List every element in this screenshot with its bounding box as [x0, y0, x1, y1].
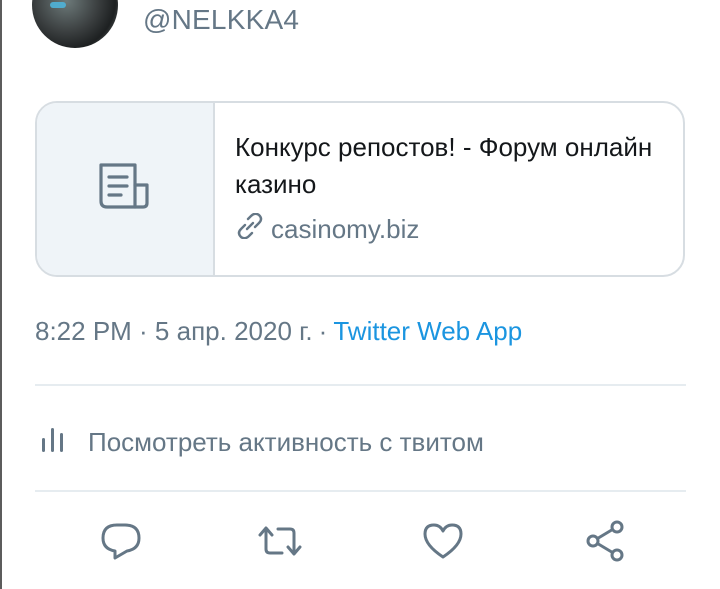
retweet-button[interactable]	[255, 518, 305, 568]
tweet-meta: 8:22 PM · 5 апр. 2020 г. · Twitter Web App	[35, 316, 522, 347]
tweet-source[interactable]: Twitter Web App	[333, 316, 522, 346]
link-icon	[235, 212, 271, 246]
view-activity-button[interactable]: Посмотреть активность с твитом	[40, 424, 484, 461]
link-preview-card[interactable]: Конкурс репостов! - Форум онлайн казино …	[35, 101, 685, 277]
reply-button[interactable]	[96, 518, 146, 568]
heart-icon	[421, 521, 465, 566]
card-title: Конкурс репостов! - Форум онлайн казино	[235, 132, 653, 199]
avatar-highlight	[50, 2, 66, 8]
retweet-icon	[256, 523, 304, 564]
tweet-timestamp[interactable]: 8:22 PM · 5 апр. 2020 г.	[35, 316, 313, 346]
card-domain: casinomy.biz	[235, 212, 683, 246]
card-thumbnail	[37, 103, 215, 275]
view-activity-label: Посмотреть активность с твитом	[88, 427, 484, 457]
document-icon	[97, 161, 153, 218]
tweet-actions-bar	[0, 518, 720, 572]
left-edge-rule	[0, 0, 2, 589]
reply-icon	[99, 521, 143, 566]
avatar[interactable]	[32, 0, 118, 48]
divider-top	[35, 384, 686, 386]
card-body: Конкурс репостов! - Форум онлайн казино …	[215, 103, 683, 275]
share-icon	[583, 519, 627, 568]
divider-bottom	[35, 490, 686, 492]
user-handle[interactable]: @NELKKA4	[143, 4, 299, 36]
analytics-icon	[40, 424, 88, 461]
share-button[interactable]	[580, 518, 630, 568]
card-domain-text: casinomy.biz	[271, 214, 420, 244]
like-button[interactable]	[418, 518, 468, 568]
meta-separator: ·	[318, 316, 328, 346]
